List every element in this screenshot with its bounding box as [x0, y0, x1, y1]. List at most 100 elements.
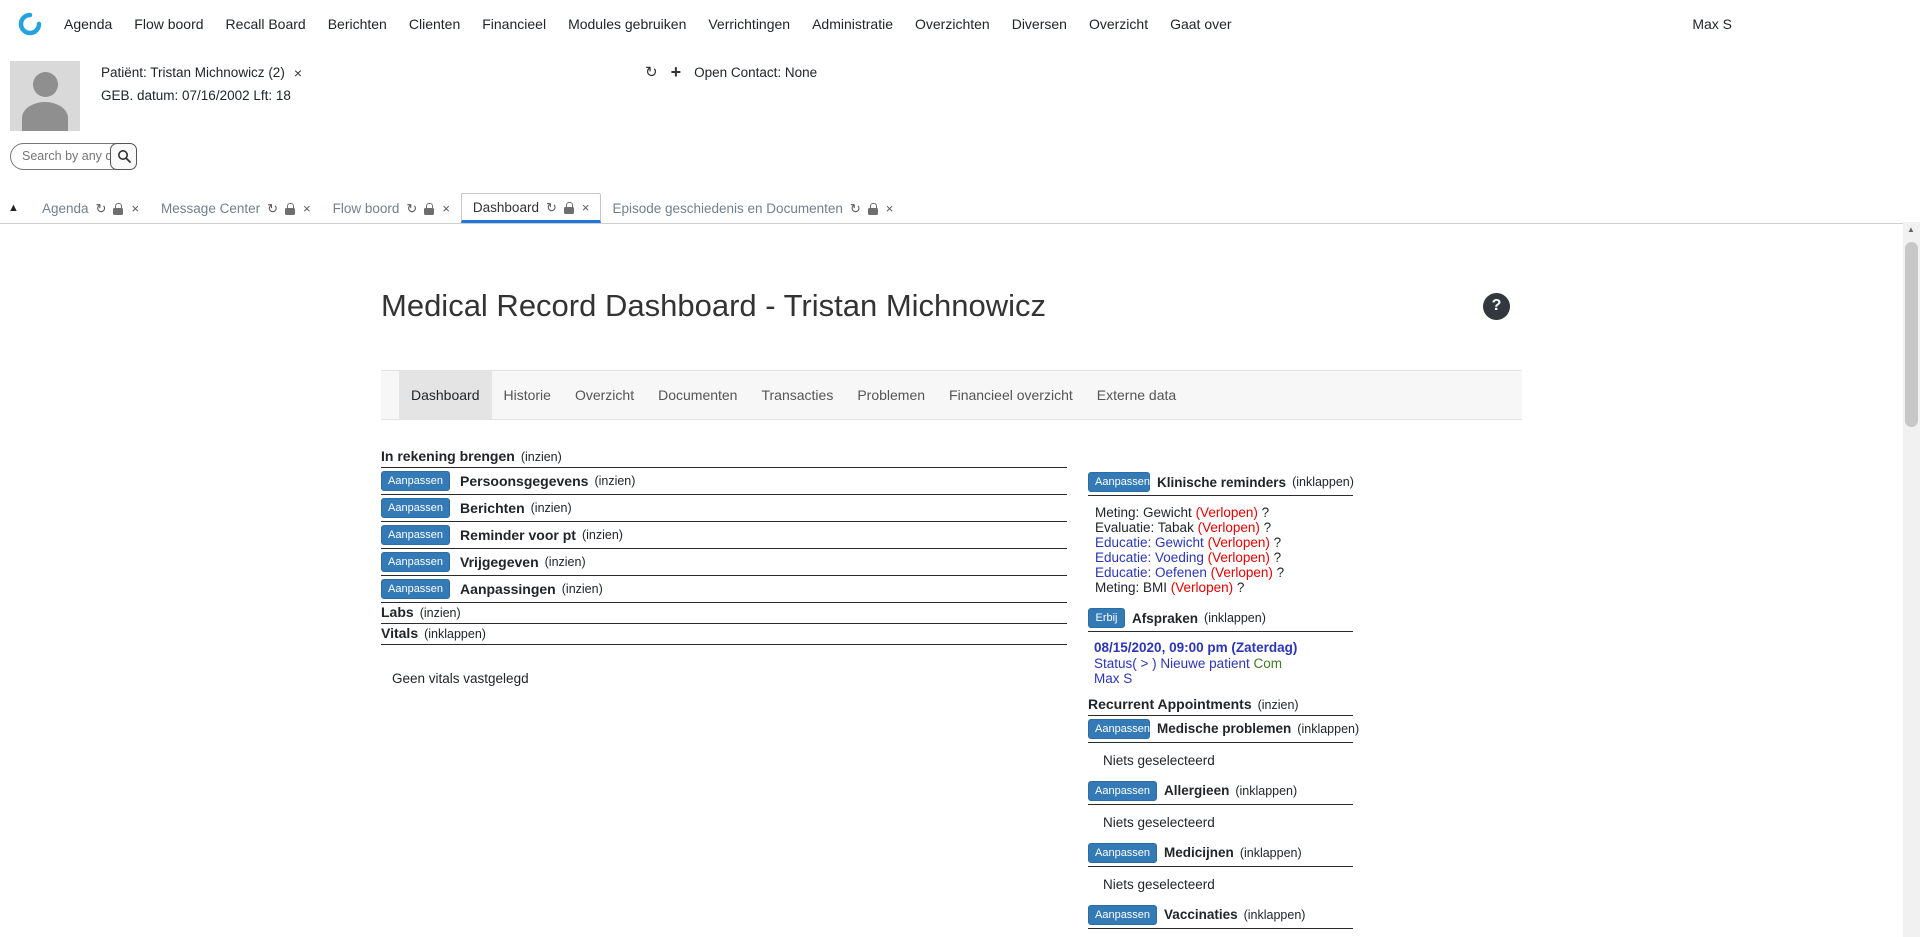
edit-button[interactable]: Aanpassen — [1088, 843, 1157, 863]
tab-historie[interactable]: Historie — [492, 371, 563, 419]
close-icon[interactable]: × — [303, 202, 311, 215]
edit-button[interactable]: Aanpassen — [1088, 472, 1150, 492]
reminder-help-link[interactable]: ? — [1237, 580, 1245, 595]
reminder-help-link[interactable]: ? — [1264, 520, 1272, 535]
unlock-icon[interactable] — [868, 202, 879, 216]
refresh-icon[interactable]: ↻ — [406, 202, 417, 215]
vertical-scrollbar[interactable]: ▲ — [1903, 222, 1920, 937]
reminder-help-link[interactable]: ? — [1277, 565, 1285, 580]
card-title: Reminder voor pt — [460, 527, 576, 543]
add-appointment-button[interactable]: Erbij — [1088, 608, 1125, 628]
workspace-tab-dashboard[interactable]: Dashboard ↻ × — [461, 193, 602, 223]
refresh-icon[interactable]: ↻ — [267, 202, 278, 215]
section-header-labs: Labs (inzien) — [381, 603, 1067, 624]
unlock-icon[interactable] — [285, 202, 296, 216]
tab-transacties[interactable]: Transacties — [749, 371, 845, 419]
collapse-link[interactable]: (inklappen) — [1292, 475, 1354, 489]
nav-item-overzichten[interactable]: Overzichten — [915, 16, 990, 32]
workspace-tab-episode-geschiedenis[interactable]: Episode geschiedenis en Documenten ↻ × — [601, 195, 904, 223]
tab-documenten[interactable]: Documenten — [646, 371, 749, 419]
unlock-icon[interactable] — [564, 201, 575, 215]
collapse-link[interactable]: (inklappen) — [1240, 846, 1302, 860]
appointment-status-link[interactable]: Status( > ) Nieuwe patient — [1094, 656, 1250, 671]
unlock-icon[interactable] — [424, 202, 435, 216]
expand-link[interactable]: (inzien) — [1258, 698, 1299, 712]
edit-button[interactable]: Aanpassen — [381, 525, 450, 545]
nav-item-administratie[interactable]: Administratie — [812, 16, 893, 32]
reminder-link[interactable]: Educatie: Voeding — [1095, 550, 1204, 565]
reminder-help-link[interactable]: ? — [1274, 535, 1282, 550]
edit-button[interactable]: Aanpassen — [1088, 781, 1157, 801]
close-icon[interactable]: × — [886, 202, 894, 215]
reminder-link[interactable]: Educatie: Oefenen — [1095, 565, 1207, 580]
workspace-tab-agenda[interactable]: Agenda ↻ × — [31, 195, 150, 223]
refresh-contact-icon[interactable]: ↻ — [645, 65, 658, 80]
collapse-tabs-icon[interactable]: ▲ — [8, 202, 19, 214]
tab-label: Dashboard — [473, 200, 539, 215]
edit-button[interactable]: Aanpassen — [381, 552, 450, 572]
right-column: Aanpassen Klinische reminders (inklappen… — [1088, 469, 1353, 929]
appointment-date-link[interactable]: 08/15/2020, 09:00 pm (Zaterdag) — [1094, 640, 1353, 656]
tab-dashboard[interactable]: Dashboard — [399, 371, 492, 419]
expand-link[interactable]: (inzien) — [582, 528, 623, 542]
tab-problemen[interactable]: Problemen — [845, 371, 937, 419]
edit-button[interactable]: Aanpassen — [1088, 719, 1150, 739]
collapse-link[interactable]: (inklappen) — [1235, 784, 1297, 798]
section-header-vaccinaties: Aanpassen Vaccinaties (inklappen) — [1088, 902, 1353, 929]
nav-item-agenda[interactable]: Agenda — [64, 16, 112, 32]
edit-button[interactable]: Aanpassen — [1088, 905, 1157, 925]
expand-link[interactable]: (inzien) — [420, 606, 461, 620]
reminder-item: Educatie: Gewicht (Verlopen) ? — [1095, 535, 1353, 550]
nav-item-verrichtingen[interactable]: Verrichtingen — [708, 16, 790, 32]
expand-link[interactable]: (inzien) — [594, 474, 635, 488]
scroll-up-icon[interactable]: ▲ — [1907, 225, 1915, 234]
tab-financieel-overzicht[interactable]: Financieel overzicht — [937, 371, 1085, 419]
edit-button[interactable]: Aanpassen — [381, 471, 450, 491]
reminder-help-link[interactable]: ? — [1262, 505, 1270, 520]
user-menu[interactable]: Max S — [1692, 16, 1732, 32]
tab-externe-data[interactable]: Externe data — [1085, 371, 1188, 419]
nav-item-financieel[interactable]: Financieel — [482, 16, 546, 32]
tab-overzicht[interactable]: Overzicht — [563, 371, 646, 419]
vitals-empty-note: Geen vitals vastgelegd — [392, 671, 1067, 686]
overdue-badge: (Verlopen) — [1211, 565, 1273, 580]
workspace-tab-message-center[interactable]: Message Center ↻ × — [150, 195, 322, 223]
close-icon[interactable]: × — [131, 202, 139, 215]
appointment-provider-link[interactable]: Max S — [1094, 671, 1353, 687]
refresh-icon[interactable]: ↻ — [546, 201, 557, 214]
nav-item-gaat-over[interactable]: Gaat over — [1170, 16, 1231, 32]
close-icon[interactable]: × — [582, 201, 590, 214]
refresh-icon[interactable]: ↻ — [850, 202, 861, 215]
search-button[interactable] — [110, 143, 137, 170]
scrollbar-thumb[interactable] — [1905, 242, 1918, 427]
close-icon[interactable]: × — [442, 202, 450, 215]
nav-item-berichten[interactable]: Berichten — [328, 16, 387, 32]
expand-link[interactable]: (inzien) — [521, 450, 562, 464]
expand-link[interactable]: (inzien) — [562, 582, 603, 596]
reminder-link[interactable]: Educatie: Gewicht — [1095, 535, 1204, 550]
nav-item-diversen[interactable]: Diversen — [1012, 16, 1067, 32]
edit-button[interactable]: Aanpassen — [381, 579, 450, 599]
nav-item-modules-gebruiken[interactable]: Modules gebruiken — [568, 16, 686, 32]
app-logo-icon[interactable] — [18, 12, 42, 36]
refresh-icon[interactable]: ↻ — [96, 202, 107, 215]
section-title: Klinische reminders — [1157, 475, 1286, 490]
help-icon[interactable]: ? — [1483, 293, 1510, 320]
collapse-link[interactable]: (inklappen) — [1297, 722, 1359, 736]
nav-item-flow-boord[interactable]: Flow boord — [134, 16, 203, 32]
nav-item-overzicht[interactable]: Overzicht — [1089, 16, 1148, 32]
collapse-link[interactable]: (inklappen) — [1244, 908, 1306, 922]
nav-item-clienten[interactable]: Clienten — [409, 16, 460, 32]
nav-item-recall-board[interactable]: Recall Board — [226, 16, 306, 32]
expand-link[interactable]: (inzien) — [545, 555, 586, 569]
edit-button[interactable]: Aanpassen — [381, 498, 450, 518]
collapse-link[interactable]: (inklappen) — [1204, 611, 1266, 625]
workspace-tab-flow-boord[interactable]: Flow boord ↻ × — [322, 195, 461, 223]
unlock-icon[interactable] — [113, 202, 124, 216]
collapse-link[interactable]: (inklappen) — [424, 627, 486, 641]
expand-link[interactable]: (inzien) — [531, 501, 572, 515]
reminder-help-link[interactable]: ? — [1274, 550, 1282, 565]
add-contact-icon[interactable]: + — [671, 63, 682, 81]
section-header-afspraken: Erbij Afspraken (inklappen) — [1088, 605, 1353, 632]
close-patient-icon[interactable]: × — [294, 66, 302, 80]
